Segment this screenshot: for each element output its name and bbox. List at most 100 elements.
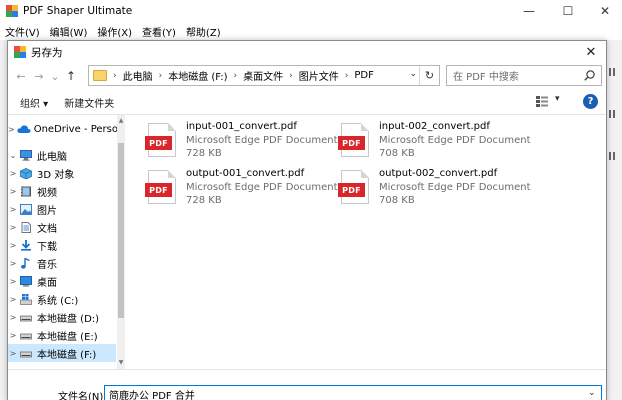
- back-button[interactable]: ←: [12, 70, 30, 83]
- sidebar-item-label: 图片: [37, 205, 57, 217]
- file-item[interactable]: PDF input-001_convert.pdf Microsoft Edge…: [145, 121, 338, 165]
- breadcrumb-desktop-files[interactable]: 桌面文件: [243, 68, 283, 83]
- dialog-titlebar: 另存为 ✕: [8, 41, 606, 63]
- search-input[interactable]: 在 PDF 中搜索: [453, 68, 584, 83]
- app-logo-icon: [6, 5, 18, 17]
- view-options-icon[interactable]: [536, 96, 548, 107]
- file-type: Microsoft Edge PDF Document: [186, 182, 338, 193]
- sidebar-item-label: 音乐: [37, 259, 57, 271]
- chevron-right-icon[interactable]: >: [8, 349, 18, 358]
- dialog-toolbar: 组织 ▾ 新建文件夹 ▾ ?: [8, 91, 606, 113]
- filename-input[interactable]: [104, 385, 602, 400]
- picture-icon: [20, 203, 32, 215]
- sidebar-item-system-c[interactable]: > 系统 (C:): [8, 290, 116, 308]
- drive-icon: [20, 348, 32, 359]
- refresh-icon[interactable]: ↻: [419, 66, 439, 85]
- breadcrumb-pdf[interactable]: PDF: [354, 70, 373, 81]
- chevron-right-icon[interactable]: >: [8, 259, 18, 268]
- file-name: output-002_convert.pdf: [379, 168, 498, 179]
- sidebar-item-documents[interactable]: > 文档: [8, 218, 116, 236]
- file-size: 728 KB: [186, 148, 222, 159]
- sidebar-item-videos[interactable]: > 视频: [8, 182, 116, 200]
- help-icon[interactable]: ?: [583, 94, 598, 109]
- breadcrumb-separator: ›: [113, 70, 117, 81]
- search-box[interactable]: 在 PDF 中搜索: [446, 65, 602, 86]
- breadcrumb-image-files[interactable]: 图片文件: [299, 68, 339, 83]
- dialog-close-button[interactable]: ✕: [580, 41, 602, 63]
- file-item[interactable]: PDF output-001_convert.pdf Microsoft Edg…: [145, 168, 338, 212]
- scroll-down-icon[interactable]: ▼: [117, 359, 125, 366]
- file-type: Microsoft Edge PDF Document: [379, 182, 531, 193]
- file-size: 728 KB: [186, 195, 222, 206]
- cloud-icon: [17, 124, 31, 135]
- chevron-right-icon[interactable]: >: [8, 187, 18, 196]
- sidebar-scrollbar-thumb[interactable]: [118, 143, 124, 318]
- sidebar-item-3d-objects[interactable]: > 3D 对象: [8, 164, 116, 182]
- menu-help[interactable]: 帮助(Z): [181, 24, 226, 39]
- file-item[interactable]: PDF input-002_convert.pdf Microsoft Edge…: [338, 121, 531, 165]
- sidebar-item-drive-f[interactable]: > 本地磁盘 (F:): [8, 344, 116, 362]
- sidebar-item-label: 文档: [37, 223, 57, 235]
- file-type: Microsoft Edge PDF Document: [379, 135, 531, 146]
- chevron-right-icon[interactable]: >: [8, 313, 18, 322]
- breadcrumb-this-pc[interactable]: 此电脑: [123, 68, 153, 83]
- drive-icon: [20, 330, 32, 341]
- bg-glyph: [609, 68, 615, 76]
- sidebar-item-pictures[interactable]: > 图片: [8, 200, 116, 218]
- forward-button[interactable]: →: [30, 70, 48, 83]
- sidebar-item-label: 系统 (C:): [37, 295, 79, 307]
- chevron-right-icon[interactable]: >: [8, 295, 18, 304]
- sidebar-item-this-pc[interactable]: ⌄ 此电脑: [8, 146, 116, 164]
- chevron-right-icon[interactable]: >: [8, 125, 15, 134]
- breadcrumb-separator: ›: [158, 70, 163, 81]
- sidebar-item-desktop[interactable]: > 桌面: [8, 272, 116, 290]
- breadcrumb-drive-f[interactable]: 本地磁盘 (F:): [168, 68, 227, 83]
- organize-button[interactable]: 组织 ▾: [20, 95, 48, 110]
- sidebar-item-label: 本地磁盘 (F:): [37, 349, 97, 361]
- sidebar-item-onedrive[interactable]: > OneDrive - Perso: [8, 120, 118, 138]
- app-title: PDF Shaper Ultimate: [23, 5, 133, 17]
- sidebar-item-drive-d[interactable]: > 本地磁盘 (D:): [8, 308, 116, 326]
- windows-drive-icon: [20, 293, 32, 305]
- sidebar-item-downloads[interactable]: > 下载: [8, 236, 116, 254]
- sidebar-item-label: 视频: [37, 187, 57, 199]
- up-button[interactable]: ↑: [62, 69, 80, 83]
- chevron-right-icon[interactable]: >: [8, 223, 18, 232]
- sidebar-item-label: 下载: [37, 241, 57, 253]
- chevron-right-icon[interactable]: >: [8, 331, 18, 340]
- chevron-right-icon[interactable]: >: [8, 277, 18, 286]
- chevron-right-icon[interactable]: >: [8, 169, 18, 178]
- pdf-file-icon: PDF: [145, 170, 176, 204]
- maximize-button[interactable]: ☐: [553, 0, 583, 22]
- new-folder-button[interactable]: 新建文件夹: [64, 95, 114, 110]
- file-size: 708 KB: [379, 195, 415, 206]
- menu-view[interactable]: 查看(Y): [137, 24, 181, 39]
- file-item[interactable]: PDF output-002_convert.pdf Microsoft Edg…: [338, 168, 531, 212]
- chevron-right-icon[interactable]: >: [8, 241, 18, 250]
- sidebar-item-drive-e[interactable]: > 本地磁盘 (E:): [8, 326, 116, 344]
- download-icon: [20, 239, 32, 251]
- address-dropdown-icon[interactable]: ⌄: [409, 69, 417, 79]
- sidebar-item-label: OneDrive - Perso: [33, 123, 118, 135]
- view-dropdown-icon[interactable]: ▾: [555, 94, 560, 104]
- app-close-button[interactable]: ✕: [590, 0, 620, 22]
- sidebar-item-label: 本地磁盘 (E:): [37, 331, 98, 343]
- scroll-up-icon[interactable]: ▲: [117, 117, 125, 124]
- file-name: input-001_convert.pdf: [186, 121, 297, 132]
- chevron-down-icon[interactable]: ⌄: [8, 151, 18, 160]
- cube-icon: [20, 167, 32, 179]
- sidebar-item-music[interactable]: > 音乐: [8, 254, 116, 272]
- minimize-button[interactable]: —: [514, 0, 544, 22]
- address-bar[interactable]: › 此电脑 › 本地磁盘 (F:) › 桌面文件 › 图片文件 › PDF ⌄ …: [88, 65, 440, 86]
- menu-edit[interactable]: 编辑(W): [45, 24, 93, 39]
- menu-operate[interactable]: 操作(X): [92, 24, 137, 39]
- save-as-dialog: 另存为 ✕ ← → ⌄ ↑ › 此电脑 › 本地磁盘 (F:) › 桌面文件 ›…: [7, 40, 607, 400]
- pdf-file-icon: PDF: [145, 123, 176, 157]
- filename-dropdown-icon[interactable]: ⌄: [588, 388, 596, 398]
- drive-icon: [20, 312, 32, 323]
- file-name: input-002_convert.pdf: [379, 121, 490, 132]
- chevron-right-icon[interactable]: >: [8, 205, 18, 214]
- menu-file[interactable]: 文件(V): [0, 24, 45, 39]
- recent-locations-button[interactable]: ⌄: [48, 70, 62, 83]
- divider: [8, 369, 606, 370]
